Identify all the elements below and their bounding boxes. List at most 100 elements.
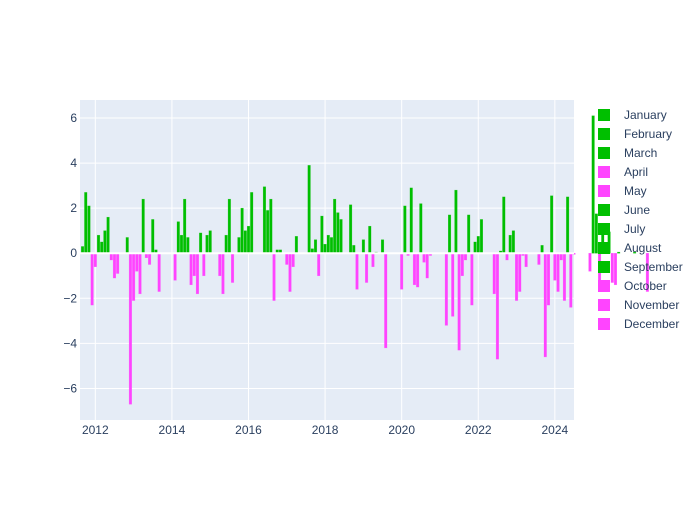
bar [288, 252, 292, 292]
bar [323, 243, 327, 254]
bar [272, 252, 276, 301]
bar [454, 189, 458, 254]
bar [368, 225, 372, 254]
bar [285, 252, 289, 265]
bar [103, 230, 107, 254]
legend-label: October [624, 279, 667, 293]
legend-label: April [624, 165, 648, 179]
legend-swatch [598, 299, 610, 311]
legend-item[interactable]: October [598, 279, 667, 293]
legend-label: December [624, 317, 679, 331]
bar [205, 234, 209, 254]
legend-swatch [598, 109, 610, 121]
bar [135, 252, 139, 272]
x-axis-ticks: 2012 2014 2016 2018 2020 2022 2024 [82, 423, 569, 437]
bar [546, 252, 550, 306]
legend: January February March April May June July Augu… [598, 108, 683, 331]
bar [262, 186, 266, 254]
bar [339, 219, 343, 254]
x-tick-label: 2018 [312, 423, 339, 437]
legend-item[interactable]: August [598, 241, 662, 255]
bar [448, 214, 452, 254]
legend-item[interactable]: September [598, 260, 683, 274]
bar [317, 252, 321, 277]
bar [479, 219, 483, 254]
bar [224, 234, 228, 254]
legend-swatch [598, 223, 610, 235]
bar [189, 252, 193, 286]
bar [294, 236, 298, 254]
legend-label: September [624, 260, 683, 274]
bar [138, 252, 142, 295]
bar [371, 252, 375, 268]
bar [313, 239, 318, 254]
legend-swatch [598, 204, 610, 216]
legend-item[interactable]: July [598, 222, 645, 236]
legend-item[interactable]: November [598, 298, 679, 312]
bar [457, 252, 461, 351]
bar [240, 207, 244, 254]
bar [326, 234, 330, 254]
bar [384, 252, 388, 349]
bar [352, 245, 356, 254]
y-tick-label: 0 [70, 246, 77, 260]
bar [473, 241, 477, 254]
legend-label: June [624, 203, 650, 217]
bar [195, 252, 199, 295]
legend-item[interactable]: May [598, 184, 647, 198]
bar [540, 245, 544, 254]
bar [93, 252, 97, 268]
bar [505, 252, 509, 261]
bar [476, 236, 480, 254]
bar-chart: −6−4−20246 2012 2014 2016 2018 2020 2022 2024 … [63, 100, 683, 437]
bar [553, 252, 557, 281]
bar [460, 252, 464, 277]
bar [320, 215, 324, 254]
legend-swatch [598, 242, 610, 254]
bar [221, 252, 225, 295]
bar [87, 205, 91, 254]
bar [250, 192, 254, 254]
bar [100, 241, 104, 254]
legend-label: March [624, 146, 657, 160]
legend-item[interactable]: March [598, 146, 657, 160]
bar [349, 204, 353, 254]
bar [151, 219, 155, 254]
legend-item[interactable]: January [598, 108, 667, 122]
bar [467, 214, 471, 254]
bar [444, 252, 448, 326]
bar [400, 252, 404, 290]
legend-label: August [624, 241, 662, 255]
legend-label: May [624, 184, 647, 198]
bar [537, 252, 541, 265]
legend-swatch [598, 185, 610, 197]
bar [307, 165, 311, 254]
legend-item[interactable]: December [598, 317, 679, 331]
bar [148, 252, 152, 265]
bar [610, 252, 614, 283]
legend-item[interactable]: April [598, 165, 648, 179]
bar [132, 252, 136, 301]
legend-item[interactable]: February [598, 127, 672, 141]
bar [502, 196, 506, 254]
bar [176, 221, 180, 254]
bar [109, 252, 113, 261]
bar [416, 252, 420, 288]
bar [495, 252, 499, 360]
bar [524, 252, 528, 268]
bar [266, 210, 270, 254]
bar [559, 252, 563, 261]
x-tick-label: 2022 [465, 423, 492, 437]
bar [451, 252, 455, 317]
legend-item[interactable]: June [598, 203, 650, 217]
legend-swatch [598, 280, 610, 292]
x-tick-label: 2012 [82, 423, 109, 437]
bar [116, 252, 120, 274]
bar [613, 252, 618, 286]
y-tick-label: 4 [70, 156, 77, 170]
bar [186, 237, 190, 254]
legend-swatch [598, 318, 610, 330]
legend-label: November [624, 298, 679, 312]
bar [84, 192, 88, 254]
legend-swatch [598, 128, 610, 140]
